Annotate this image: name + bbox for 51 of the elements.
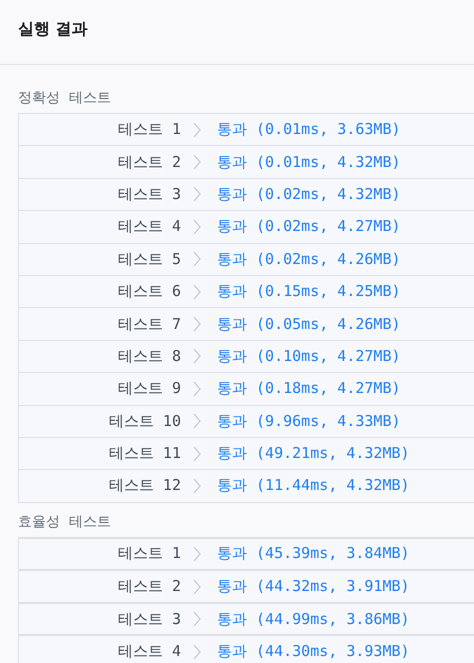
test-label: 테스트 6 xyxy=(116,282,181,302)
chevron-icon xyxy=(193,611,201,628)
test-label: 테스트 5 xyxy=(116,250,181,269)
test-result: 통과 (0.15ms, 4.25MB) xyxy=(217,282,401,302)
chevron-icon xyxy=(193,218,201,235)
test-result: 통과 (0.05ms, 4.26MB) xyxy=(217,314,401,334)
chevron-icon xyxy=(193,316,201,332)
test-result: 통과 (44.30ms, 3.93MB) xyxy=(217,642,410,662)
test-label: 테스트 11 xyxy=(108,444,181,464)
test-label: 테스트 12 xyxy=(108,476,181,496)
chevron-icon xyxy=(193,478,201,494)
test-label: 테스트 4 xyxy=(116,642,181,662)
test-result: 통과 (0.02ms, 4.27MB) xyxy=(217,217,401,236)
test-label: 테스트 8 xyxy=(116,346,181,366)
test-result: 통과 (49.21ms, 4.32MB) xyxy=(217,444,410,464)
test-result: 통과 (0.10ms, 4.27MB) xyxy=(217,346,401,366)
test-result: 통과 (44.99ms, 3.86MB) xyxy=(217,610,410,629)
test-result: 통과 (0.02ms, 4.26MB) xyxy=(217,250,401,269)
chevron-icon xyxy=(193,122,201,138)
test-result: 통과 (0.02ms, 4.32MB) xyxy=(217,184,401,204)
chevron-icon xyxy=(193,578,201,595)
chevron-icon xyxy=(193,546,201,562)
test-label: 테스트 9 xyxy=(116,379,181,398)
chevron-icon xyxy=(193,348,201,364)
chevron-icon xyxy=(193,644,201,660)
test-result: 통과 (11.44ms, 4.32MB) xyxy=(217,476,410,496)
test-label: 테스트 3 xyxy=(116,184,181,204)
chevron-icon xyxy=(193,446,201,462)
panel-title: 실행 결과 xyxy=(18,18,88,40)
chevron-icon xyxy=(193,413,201,430)
chevron-icon xyxy=(193,284,201,300)
section-label: 정확성 테스트 xyxy=(18,89,112,108)
test-result: 통과 (0.01ms, 3.63MB) xyxy=(217,120,401,140)
test-label: 테스트 4 xyxy=(116,217,181,236)
test-result: 통과 (44.32ms, 3.91MB) xyxy=(217,577,410,596)
chevron-icon xyxy=(193,380,201,397)
test-label: 테스트 2 xyxy=(116,577,181,596)
chevron-icon xyxy=(193,251,201,268)
test-label: 테스트 10 xyxy=(108,412,181,431)
section-label: 효율성 테스트 xyxy=(18,512,112,532)
test-label: 테스트 2 xyxy=(116,152,181,172)
chevron-icon xyxy=(193,186,201,202)
test-label: 테스트 1 xyxy=(116,544,181,564)
test-result: 통과 (0.01ms, 4.32MB) xyxy=(217,152,401,172)
test-result: 통과 (0.18ms, 4.27MB) xyxy=(217,379,401,398)
test-label: 테스트 1 xyxy=(116,120,181,140)
test-result: 통과 (45.39ms, 3.84MB) xyxy=(217,544,410,564)
test-label: 테스트 3 xyxy=(116,610,181,629)
test-label: 테스트 7 xyxy=(116,314,181,334)
chevron-icon xyxy=(193,154,201,170)
test-result: 통과 (9.96ms, 4.33MB) xyxy=(217,412,401,431)
